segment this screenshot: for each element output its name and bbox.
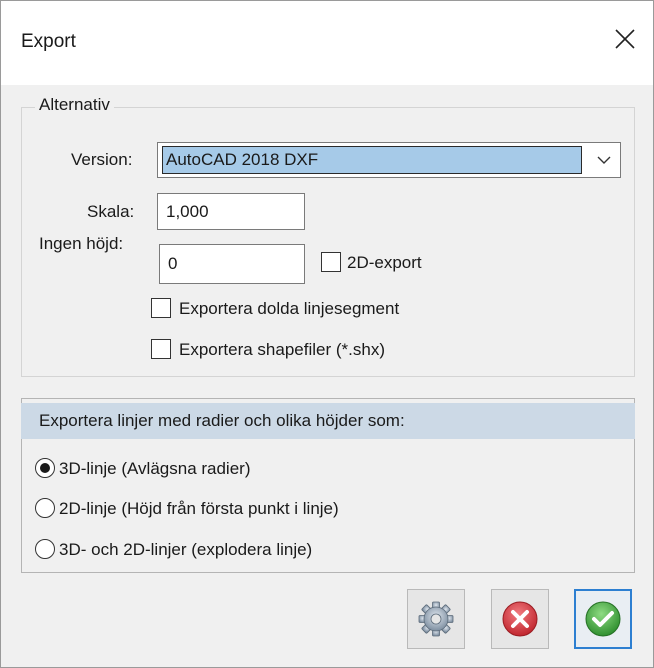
title-bar: Export xyxy=(1,1,653,85)
radio-3d-2d-lines[interactable] xyxy=(35,539,55,559)
version-select[interactable]: AutoCAD 2018 DXF xyxy=(157,142,621,178)
radio-3d-line-label: 3D-linje (Avlägsna radier) xyxy=(59,459,251,478)
hidden-segments-checkbox[interactable] xyxy=(151,298,171,318)
export-2d-checkbox[interactable] xyxy=(321,252,341,272)
chevron-down-icon xyxy=(597,156,611,164)
green-check-circle-icon xyxy=(585,601,621,637)
gear-icon xyxy=(418,601,454,637)
settings-button[interactable] xyxy=(407,589,465,649)
export-2d-label: 2D-export xyxy=(347,253,422,272)
hidden-segments-label: Exportera dolda linjesegment xyxy=(179,299,400,318)
options-group-legend: Alternativ xyxy=(35,95,114,115)
ok-button[interactable] xyxy=(574,589,632,649)
version-label: Version: xyxy=(71,150,133,169)
line-export-header: Exportera linjer med radier och olika hö… xyxy=(21,403,635,439)
cancel-button[interactable] xyxy=(491,589,549,649)
close-button[interactable] xyxy=(605,19,645,59)
red-x-circle-icon xyxy=(502,601,538,637)
scale-label: Skala: xyxy=(87,202,135,221)
shapefiles-label: Exportera shapefiler (*.shx) xyxy=(179,340,385,359)
radio-3d-2d-lines-label: 3D- och 2D-linjer (explodera linje) xyxy=(59,540,313,559)
version-selected-value: AutoCAD 2018 DXF xyxy=(162,146,582,174)
close-icon xyxy=(615,29,635,49)
scale-input[interactable] xyxy=(157,193,305,230)
radio-2d-line[interactable] xyxy=(35,498,55,518)
no-height-input[interactable] xyxy=(159,244,305,284)
export-dialog: Export Alternativ Version: AutoCAD 2018 … xyxy=(0,0,654,668)
no-height-label: Ingen höjd: xyxy=(39,234,124,253)
radio-3d-line[interactable] xyxy=(35,458,55,478)
dialog-title: Export xyxy=(21,31,76,52)
radio-2d-line-label: 2D-linje (Höjd från första punkt i linje… xyxy=(59,499,339,518)
shapefiles-checkbox[interactable] xyxy=(151,339,171,359)
